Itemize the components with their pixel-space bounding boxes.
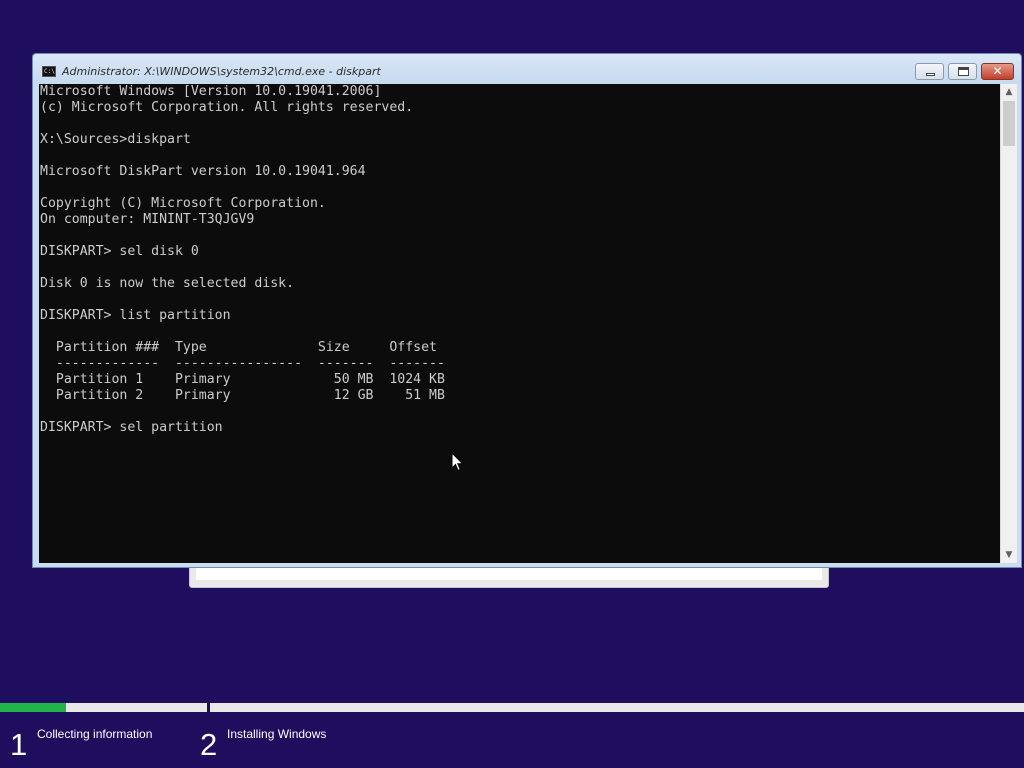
setup-progress-bar — [0, 702, 1024, 714]
step-2-label: Installing Windows — [227, 727, 327, 741]
minimize-button[interactable] — [915, 63, 944, 80]
step-1-progress-fill — [0, 703, 66, 712]
step-1-label: Collecting information — [37, 727, 153, 741]
desktop-background: C:\ Administrator: X:\WINDOWS\system32\c… — [0, 0, 1024, 768]
close-button[interactable]: ✕ — [981, 63, 1014, 80]
scroll-thumb[interactable] — [1003, 101, 1015, 146]
step-2-number: 2 — [200, 727, 218, 762]
minimize-icon — [926, 73, 935, 76]
window-title: Administrator: X:\WINDOWS\system32\cmd.e… — [62, 65, 381, 78]
step-1-number: 1 — [10, 727, 28, 762]
console-output-area[interactable]: Microsoft Windows [Version 10.0.19041.20… — [39, 84, 1000, 563]
mouse-pointer-icon — [451, 452, 464, 472]
scroll-down-arrow-icon[interactable]: ▼ — [1001, 547, 1017, 563]
title-bar[interactable]: C:\ Administrator: X:\WINDOWS\system32\c… — [33, 54, 1021, 84]
restore-icon — [958, 67, 969, 76]
cmd-icon: C:\ — [42, 66, 56, 77]
cmd-window[interactable]: C:\ Administrator: X:\WINDOWS\system32\c… — [32, 53, 1022, 568]
restore-button[interactable] — [948, 63, 977, 80]
console-text: Microsoft Windows [Version 10.0.19041.20… — [40, 84, 445, 435]
scroll-up-arrow-icon[interactable]: ▲ — [1001, 84, 1017, 100]
step-1-progress — [0, 703, 207, 712]
vertical-scrollbar[interactable]: ▲ ▼ — [1000, 84, 1017, 563]
close-icon: ✕ — [992, 64, 1003, 78]
progress-step-divider — [207, 702, 210, 714]
